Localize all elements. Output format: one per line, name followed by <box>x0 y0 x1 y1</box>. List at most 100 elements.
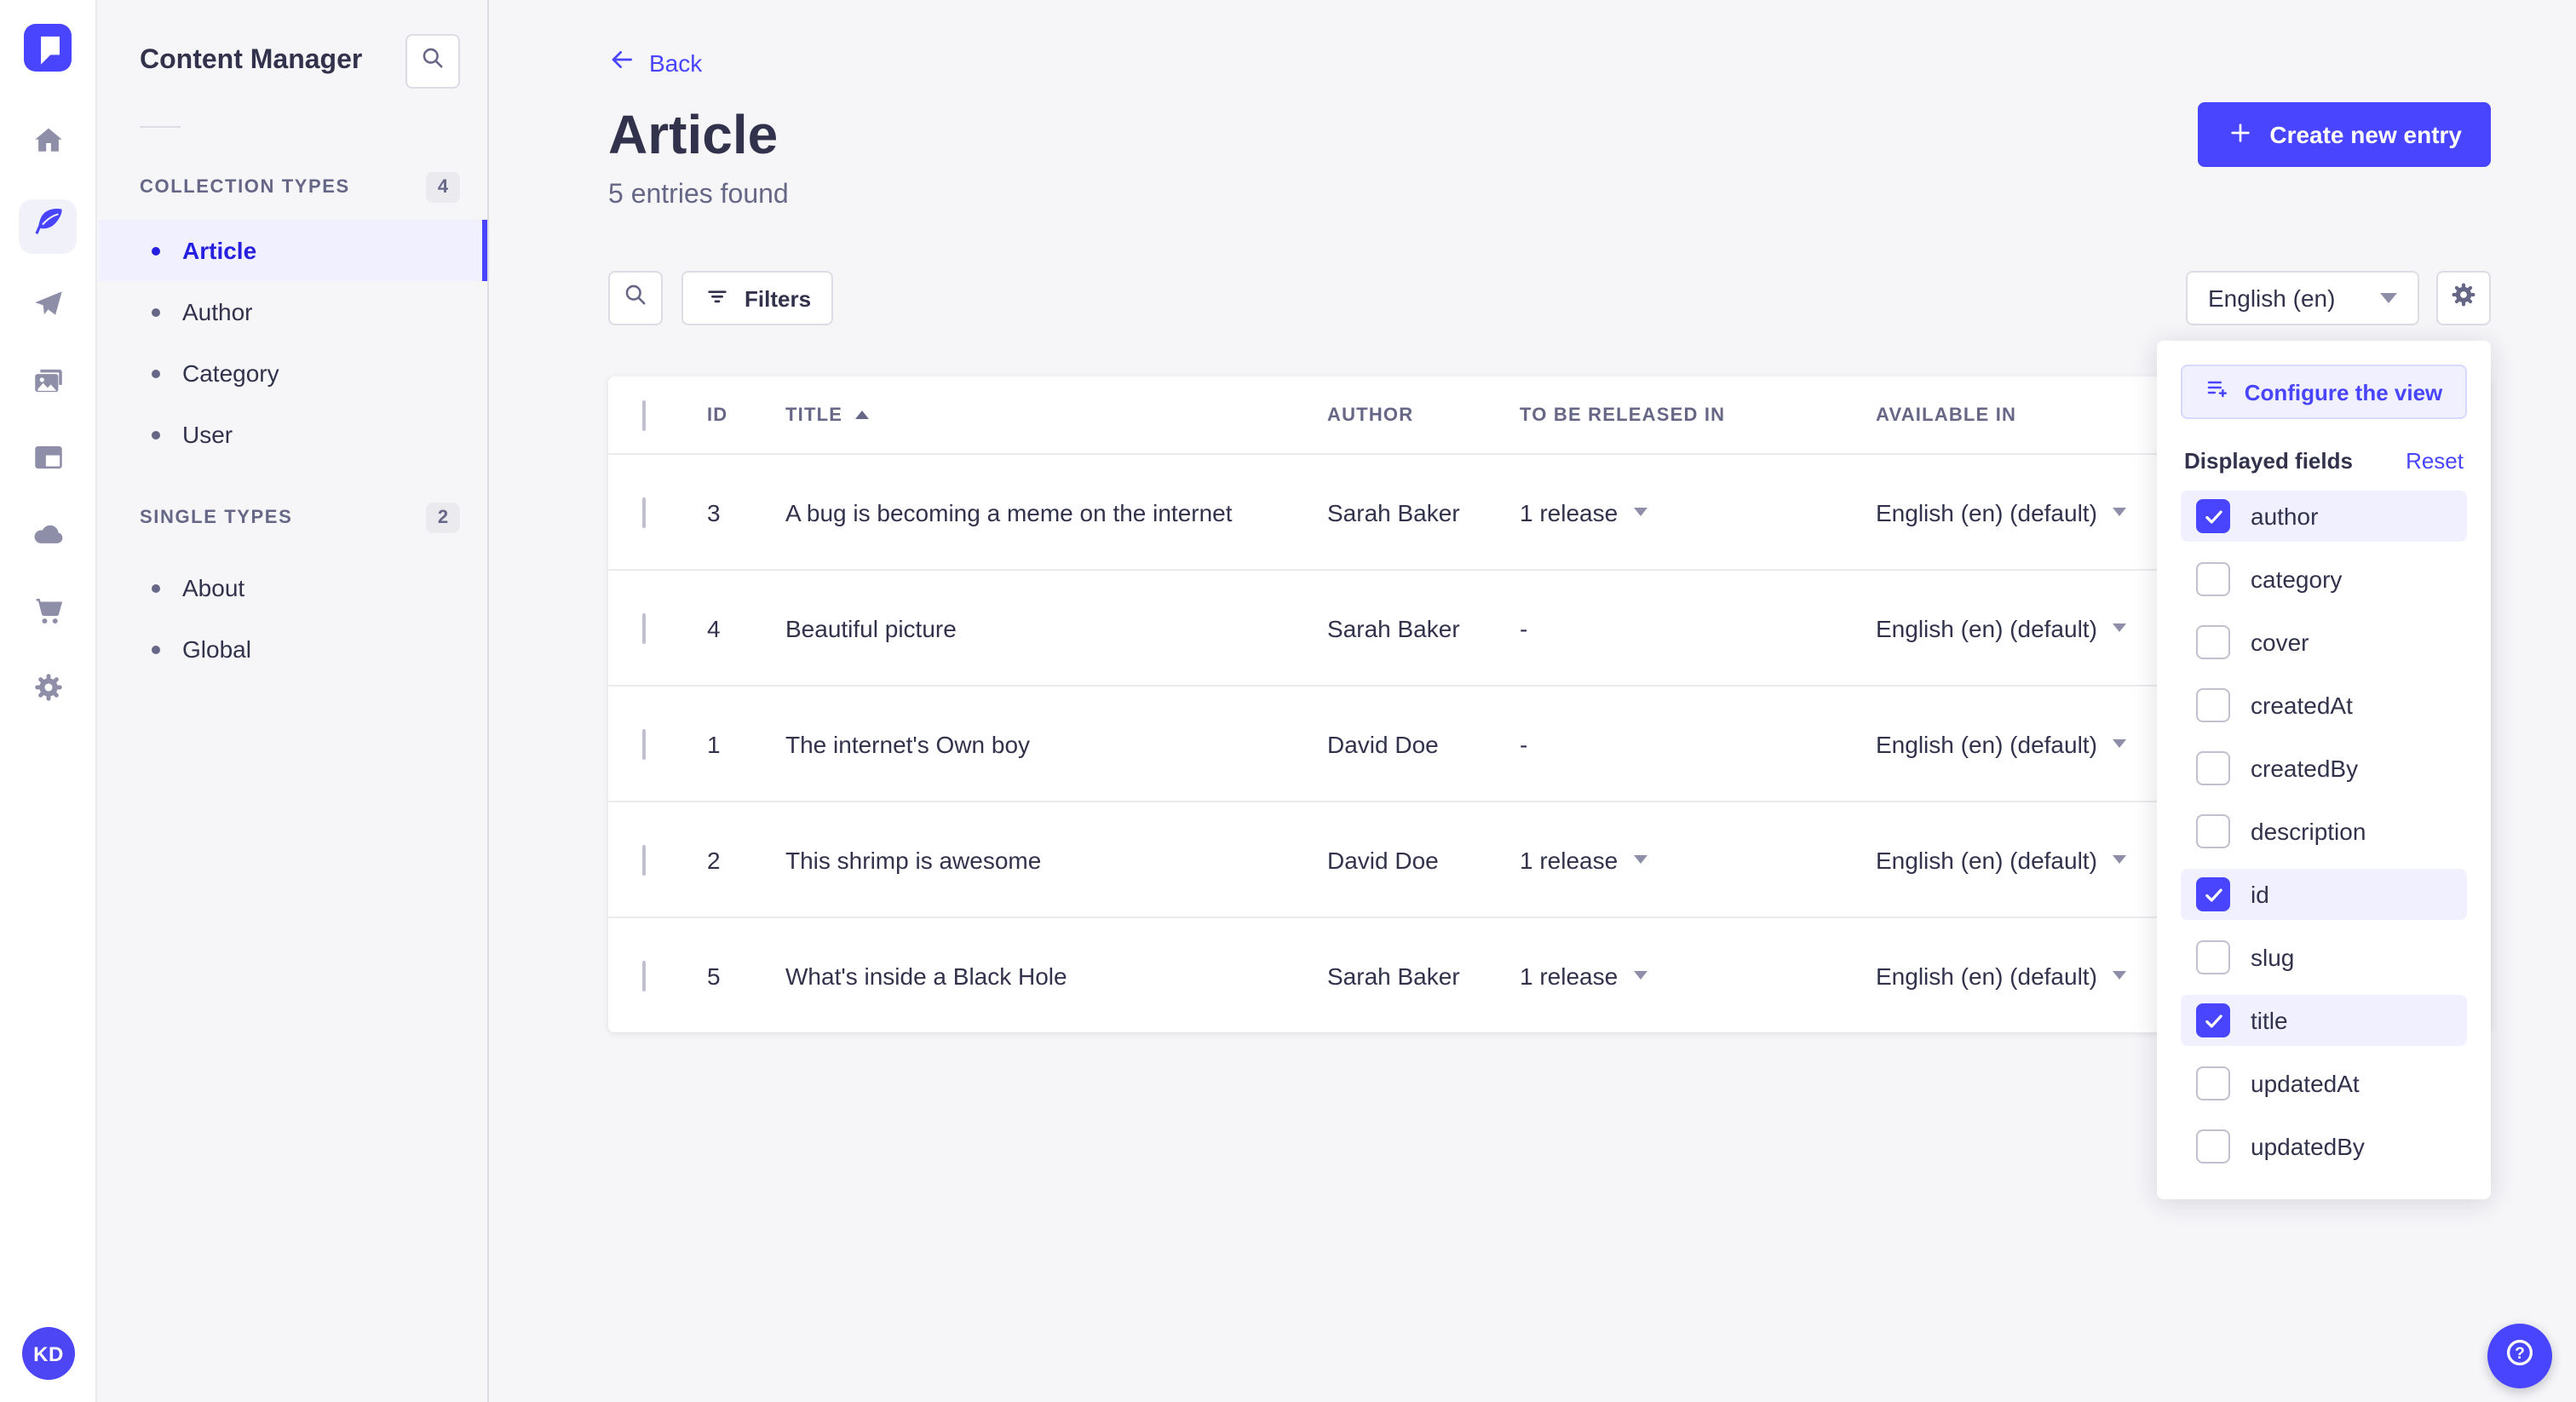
reset-link[interactable]: Reset <box>2406 448 2464 474</box>
gear-icon <box>30 669 66 714</box>
content-type-builder-nav-button[interactable] <box>19 440 77 484</box>
field-option-updatedBy[interactable]: updatedBy <box>2181 1121 2467 1172</box>
strapi-logo-icon <box>41 36 60 65</box>
sidebar-item-user[interactable]: User <box>99 404 487 465</box>
checkbox[interactable] <box>2196 751 2230 785</box>
configure-lines-plus-icon <box>2205 376 2231 407</box>
column-header-released[interactable]: TO BE RELEASED IN <box>1520 405 1876 425</box>
checkbox[interactable] <box>2196 625 2230 659</box>
marketplace-nav-button[interactable] <box>19 593 77 637</box>
checkbox[interactable] <box>2196 1066 2230 1100</box>
column-header-title[interactable]: TITLE <box>785 405 1327 425</box>
select-all-checkbox[interactable] <box>642 399 646 430</box>
release-dropdown-caret[interactable] <box>1633 855 1647 864</box>
row-checkbox[interactable] <box>642 497 646 527</box>
media-library-icon <box>30 363 66 407</box>
field-option-cover[interactable]: cover <box>2181 617 2467 668</box>
bullet-icon <box>152 246 160 255</box>
collection-types-section-header: COLLECTION TYPES 4 <box>99 172 487 203</box>
user-avatar[interactable]: KD <box>22 1327 75 1380</box>
single-types-label: SINGLE TYPES <box>140 508 293 528</box>
row-checkbox[interactable] <box>642 844 646 875</box>
bullet-icon <box>152 583 160 592</box>
column-header-id[interactable]: ID <box>707 405 785 425</box>
row-checkbox[interactable] <box>642 612 646 643</box>
locale-dropdown-caret[interactable] <box>2112 855 2126 864</box>
layout-icon <box>30 440 66 484</box>
bullet-icon <box>152 645 160 653</box>
sidebar-item-global[interactable]: Global <box>99 618 487 680</box>
checkbox[interactable] <box>2196 814 2230 848</box>
feather-icon <box>30 204 66 249</box>
locale-select[interactable]: English (en) <box>2186 271 2419 325</box>
filters-button[interactable]: Filters <box>681 271 834 325</box>
sidebar-item-article[interactable]: Article <box>99 220 487 281</box>
subnav-search-button[interactable] <box>405 34 460 89</box>
checkbox[interactable] <box>2196 877 2230 911</box>
create-new-entry-button[interactable]: Create new entry <box>2198 102 2491 167</box>
plus-icon <box>2227 118 2254 151</box>
checkbox[interactable] <box>2196 562 2230 596</box>
sidebar-item-category[interactable]: Category <box>99 342 487 404</box>
gear-icon <box>2448 279 2479 318</box>
releases-nav-button[interactable] <box>19 286 77 330</box>
collection-types-label: COLLECTION TYPES <box>140 177 350 198</box>
settings-nav-button[interactable] <box>19 669 77 714</box>
svg-text:?: ? <box>2515 1344 2525 1362</box>
checkbox[interactable] <box>2196 688 2230 722</box>
home-nav-button[interactable] <box>19 123 77 167</box>
single-types-list: About Global <box>99 557 487 680</box>
field-option-createdBy[interactable]: createdBy <box>2181 743 2467 794</box>
field-option-description[interactable]: description <box>2181 806 2467 857</box>
field-option-updatedAt[interactable]: updatedAt <box>2181 1058 2467 1109</box>
field-option-slug[interactable]: slug <box>2181 932 2467 983</box>
content-manager-subnav: Content Manager COLLECTION TYPES 4 Artic… <box>99 0 489 1402</box>
subnav-title: Content Manager <box>140 46 363 75</box>
deploy-nav-button[interactable] <box>19 516 77 560</box>
media-library-nav-button[interactable] <box>19 363 77 407</box>
bullet-icon <box>152 369 160 377</box>
checkbox[interactable] <box>2196 940 2230 974</box>
single-types-section-header: SINGLE TYPES 2 <box>99 503 487 533</box>
content-manager-nav-button[interactable] <box>19 199 77 254</box>
search-icon <box>620 279 651 318</box>
field-option-createdAt[interactable]: createdAt <box>2181 680 2467 731</box>
page-title: Article <box>608 104 779 165</box>
back-link[interactable]: Back <box>608 46 702 78</box>
row-checkbox[interactable] <box>642 728 646 759</box>
content-manager-app: KD Content Manager COLLECTION TYPES 4 Ar… <box>0 0 2576 1402</box>
sidebar-item-author[interactable]: Author <box>99 281 487 342</box>
field-option-author[interactable]: author <box>2181 491 2467 542</box>
field-option-title[interactable]: title <box>2181 995 2467 1046</box>
locale-dropdown-caret[interactable] <box>2112 971 2126 980</box>
rail-nav <box>19 123 77 714</box>
chevron-down-icon <box>2380 293 2397 303</box>
collection-types-count-badge: 4 <box>426 172 460 203</box>
view-settings-button[interactable] <box>2436 271 2491 325</box>
field-option-id[interactable]: id <box>2181 869 2467 920</box>
locale-dropdown-caret[interactable] <box>2112 508 2126 516</box>
single-types-count-badge: 2 <box>426 503 460 533</box>
sidebar-item-about[interactable]: About <box>99 557 487 618</box>
configure-the-view-button[interactable]: Configure the view <box>2181 365 2467 419</box>
strapi-logo[interactable] <box>24 24 72 72</box>
row-checkbox[interactable] <box>642 960 646 991</box>
checkbox[interactable] <box>2196 1003 2230 1037</box>
entries-count: 5 entries found <box>608 181 789 210</box>
release-dropdown-caret[interactable] <box>1633 971 1647 980</box>
paper-plane-icon <box>30 286 66 330</box>
main-nav-rail: KD <box>0 0 97 1402</box>
configure-view-popover: Configure the view Displayed fields Rese… <box>2157 341 2491 1199</box>
locale-dropdown-caret[interactable] <box>2112 623 2126 632</box>
arrow-left-icon <box>608 46 635 78</box>
cloud-icon <box>30 516 66 560</box>
locale-dropdown-caret[interactable] <box>2112 739 2126 748</box>
column-header-author[interactable]: AUTHOR <box>1327 405 1520 425</box>
table-search-button[interactable] <box>608 271 663 325</box>
subnav-divider <box>140 126 181 128</box>
field-option-category[interactable]: category <box>2181 554 2467 605</box>
checkbox[interactable] <box>2196 1129 2230 1164</box>
release-dropdown-caret[interactable] <box>1633 508 1647 516</box>
checkbox[interactable] <box>2196 499 2230 533</box>
help-button[interactable]: ? <box>2487 1324 2552 1388</box>
